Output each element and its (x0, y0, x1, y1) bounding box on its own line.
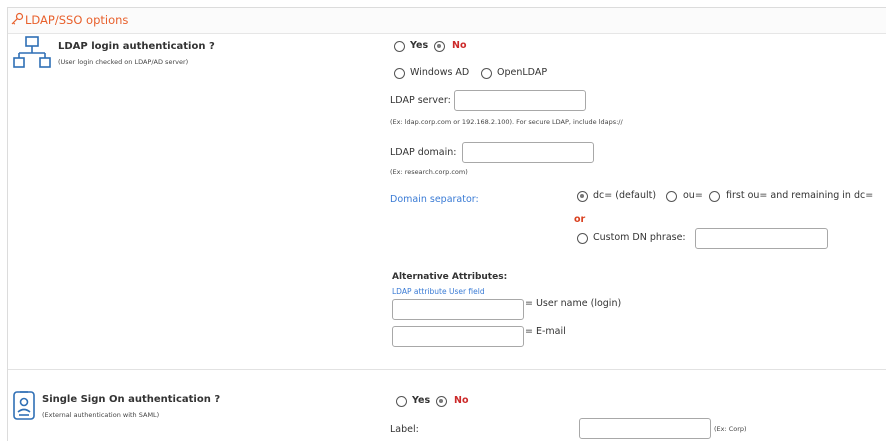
ldap-domain-input[interactable] (462, 142, 594, 163)
ldap-domain-hint: (Ex: research.corp.com) (390, 168, 468, 176)
sso-subtitle: (External authentication with SAML) (42, 411, 160, 419)
domain-separator-label: Domain separator: (390, 194, 479, 205)
windows-ad-label[interactable]: Windows AD (410, 67, 469, 78)
ldap-domain-label: LDAP domain: (390, 147, 457, 158)
panel-border (7, 7, 8, 441)
separator-dc-radio[interactable] (577, 191, 588, 202)
custom-dn-input[interactable] (695, 228, 828, 249)
key-icon (11, 12, 24, 25)
windows-ad-radio[interactable] (394, 68, 405, 79)
sso-yes-label[interactable]: Yes (412, 395, 430, 406)
custom-dn-radio[interactable] (577, 233, 588, 244)
section-divider (8, 369, 886, 370)
alt-attributes-title: Alternative Attributes: (392, 272, 508, 282)
sso-no-label[interactable]: No (454, 395, 468, 406)
ldap-yes-radio[interactable] (394, 41, 405, 52)
ldap-subtitle: (User login checked on LDAP/AD server) (58, 58, 189, 66)
sso-label-hint: (Ex: Corp) (714, 425, 747, 433)
ldap-server-hint: (Ex: ldap.corp.com or 192.168.2.100). Fo… (390, 118, 623, 126)
id-badge-icon (13, 391, 35, 420)
attr-username-input[interactable] (392, 299, 524, 320)
alt-attributes-subtitle: LDAP attribute User field (392, 287, 485, 296)
separator-dc-label[interactable]: dc= (default) (593, 190, 656, 201)
sso-title: Single Sign On authentication ? (42, 394, 221, 405)
ldap-no-label[interactable]: No (452, 40, 466, 51)
ldap-no-radio[interactable] (434, 41, 445, 52)
section-header (8, 8, 886, 34)
section-title: LDAP/SSO options (25, 13, 129, 27)
separator-ou-radio[interactable] (666, 191, 677, 202)
separator-ou-label[interactable]: ou= (683, 190, 703, 201)
sso-yes-radio[interactable] (396, 396, 407, 407)
ldap-title: LDAP login authentication ? (58, 41, 215, 52)
attr-email-input[interactable] (392, 326, 524, 347)
custom-dn-label[interactable]: Custom DN phrase: (593, 232, 686, 243)
separator-first-ou-radio[interactable] (709, 191, 720, 202)
sso-label-label: Label: (390, 424, 419, 435)
openldap-radio[interactable] (481, 68, 492, 79)
or-text: or (574, 214, 586, 225)
openldap-label[interactable]: OpenLDAP (497, 67, 547, 78)
separator-first-ou-label[interactable]: first ou= and remaining in dc= (726, 190, 873, 201)
sso-label-input[interactable] (579, 418, 711, 439)
ldap-server-label: LDAP server: (390, 95, 451, 106)
sso-no-radio[interactable] (436, 396, 447, 407)
ldap-server-input[interactable] (454, 90, 586, 111)
attr-email-label: = E-mail (525, 326, 566, 337)
attr-username-label: = User name (login) (525, 298, 622, 309)
network-icon (13, 36, 51, 68)
ldap-yes-label[interactable]: Yes (410, 40, 428, 51)
